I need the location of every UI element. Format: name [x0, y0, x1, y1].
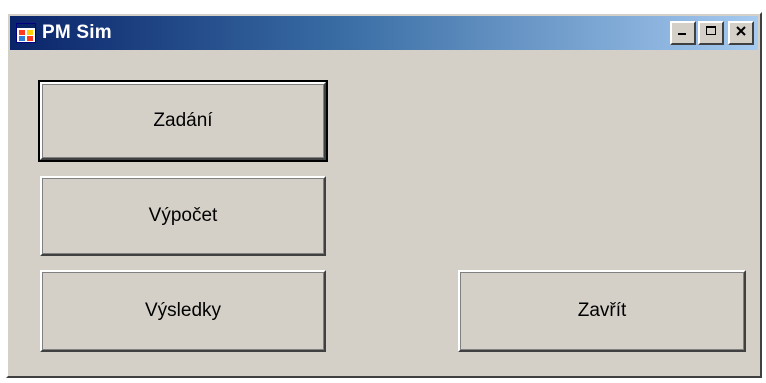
- maximize-icon: [705, 24, 717, 42]
- zavrit-button-label: Zavřít: [577, 300, 627, 321]
- close-button[interactable]: [728, 21, 754, 45]
- window-title: PM Sim: [42, 22, 112, 43]
- vysledky-button[interactable]: Výsledky: [40, 270, 326, 352]
- vypocet-button[interactable]: Výpočet: [40, 176, 326, 256]
- zadani-button-label: Zadání: [153, 110, 213, 131]
- window-controls: [668, 21, 754, 45]
- vypocet-button-label: Výpočet: [148, 205, 218, 226]
- minimize-icon: [677, 24, 689, 42]
- maximize-button[interactable]: [698, 21, 724, 45]
- app-window: PM Sim Zadání Výpočet Výsledky Zavřít: [6, 12, 762, 378]
- title-bar[interactable]: PM Sim: [10, 16, 758, 50]
- close-icon: [735, 24, 747, 42]
- zavrit-button[interactable]: Zavřít: [458, 270, 746, 352]
- vysledky-button-label: Výsledky: [144, 300, 222, 321]
- zadani-button[interactable]: Zadání: [38, 80, 328, 162]
- minimize-button[interactable]: [670, 21, 696, 45]
- app-window-icon[interactable]: [16, 23, 36, 43]
